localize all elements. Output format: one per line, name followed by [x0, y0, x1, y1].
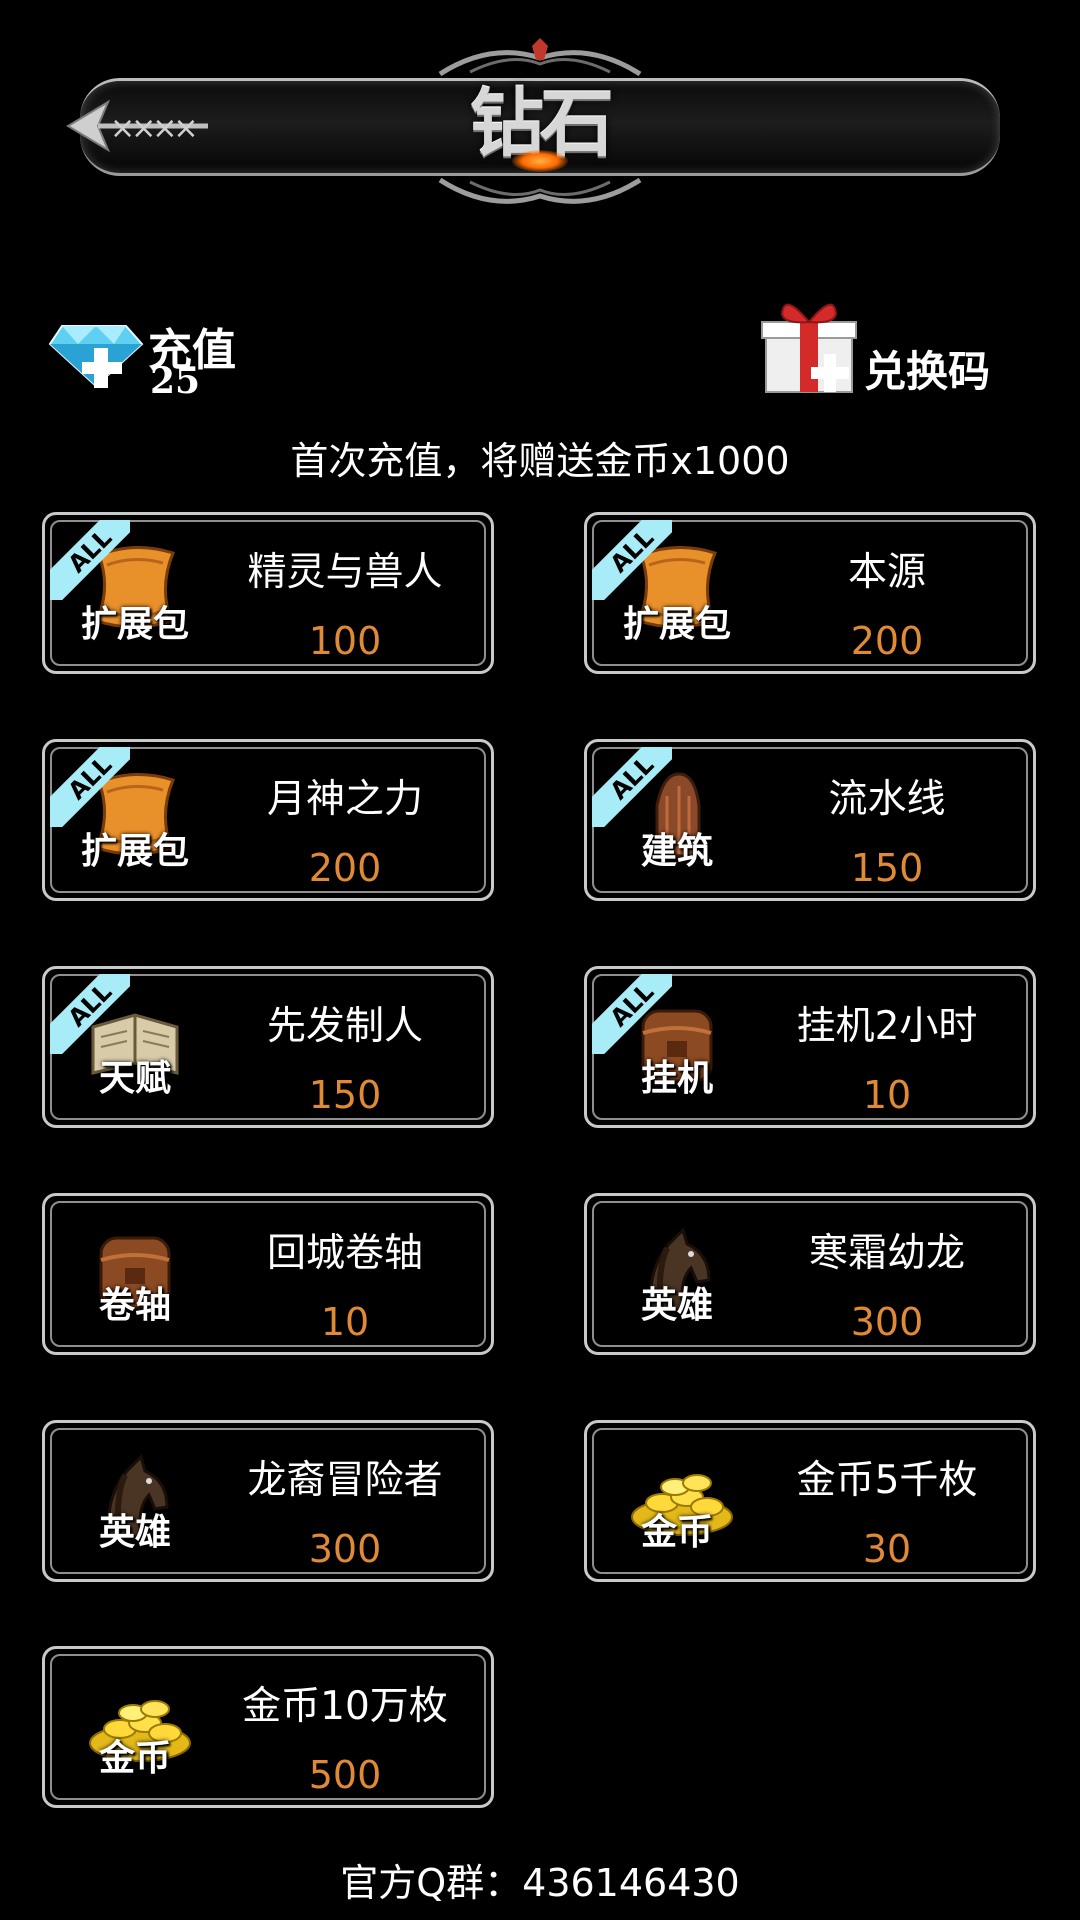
all-badge: ALL	[592, 520, 672, 600]
item-category: 天赋	[98, 1057, 171, 1099]
item-name: 龙裔冒险者	[247, 1458, 443, 1503]
item-card[interactable]: ALL 扩展包 本源 200	[584, 512, 1036, 674]
item-name: 流水线	[828, 777, 946, 822]
item-card[interactable]: ALL 天赋 先发制人 150	[42, 966, 494, 1128]
item-category: 扩展包	[80, 603, 189, 645]
all-badge: ALL	[50, 747, 130, 827]
all-badge-label: ALL	[50, 747, 130, 827]
item-card[interactable]: ALL 扩展包 精灵与兽人 100	[42, 512, 494, 674]
item-price: 200	[308, 846, 382, 890]
all-badge-label: ALL	[50, 520, 130, 600]
all-badge: ALL	[50, 520, 130, 600]
all-badge-label: ALL	[592, 520, 672, 600]
official-qq-group: 官方Q群：436146430	[340, 1861, 740, 1905]
item-category: 建筑	[640, 830, 713, 872]
item-name: 回城卷轴	[266, 1231, 423, 1276]
item-name: 月神之力	[266, 777, 423, 822]
item-price: 300	[308, 1527, 382, 1571]
item-name: 寒霜幼龙	[808, 1231, 965, 1276]
all-badge-label: ALL	[592, 974, 672, 1054]
item-card[interactable]: 英雄 龙裔冒险者 300	[42, 1420, 494, 1582]
item-card[interactable]: 金币 金币5千枚 30	[584, 1420, 1036, 1582]
item-name: 先发制人	[266, 1004, 423, 1049]
item-card[interactable]: ALL 建筑 流水线 150	[584, 739, 1036, 901]
item-name: 本源	[847, 550, 926, 595]
item-name: 金币10万枚	[242, 1684, 448, 1729]
item-category: 扩展包	[80, 830, 189, 872]
item-name: 挂机2小时	[796, 1004, 978, 1049]
all-badge: ALL	[592, 747, 672, 827]
item-category: 扩展包	[622, 603, 731, 645]
item-category: 英雄	[640, 1284, 713, 1326]
item-grid: ALL 扩展包 精灵与兽人 100 ALL 扩展包 本源 200 ALL 扩展包 月神之力 200 AL…	[0, 0, 1080, 1920]
item-category: 英雄	[98, 1511, 171, 1553]
item-card[interactable]: ALL 扩展包 月神之力 200	[42, 739, 494, 901]
item-price: 100	[308, 619, 382, 663]
item-category: 金币	[640, 1511, 713, 1553]
item-name: 金币5千枚	[796, 1458, 978, 1503]
item-card[interactable]: ALL 挂机 挂机2小时 10	[584, 966, 1036, 1128]
all-badge-label: ALL	[50, 974, 130, 1054]
item-card[interactable]: 英雄 寒霜幼龙 300	[584, 1193, 1036, 1355]
all-badge-label: ALL	[592, 747, 672, 827]
item-price: 10	[320, 1300, 370, 1344]
item-price: 10	[862, 1073, 912, 1117]
item-category: 卷轴	[98, 1284, 171, 1326]
item-price: 500	[308, 1753, 382, 1797]
item-price: 300	[850, 1300, 924, 1344]
all-badge: ALL	[592, 974, 672, 1054]
item-category: 挂机	[640, 1057, 713, 1099]
item-name: 精灵与兽人	[247, 550, 443, 595]
item-price: 200	[850, 619, 924, 663]
item-price: 30	[862, 1527, 912, 1571]
item-price: 150	[850, 846, 924, 890]
item-card[interactable]: 金币 金币10万枚 500	[42, 1646, 494, 1808]
item-card[interactable]: 卷轴 回城卷轴 10	[42, 1193, 494, 1355]
item-price: 150	[308, 1073, 382, 1117]
item-category: 金币	[98, 1737, 171, 1779]
all-badge: ALL	[50, 974, 130, 1054]
